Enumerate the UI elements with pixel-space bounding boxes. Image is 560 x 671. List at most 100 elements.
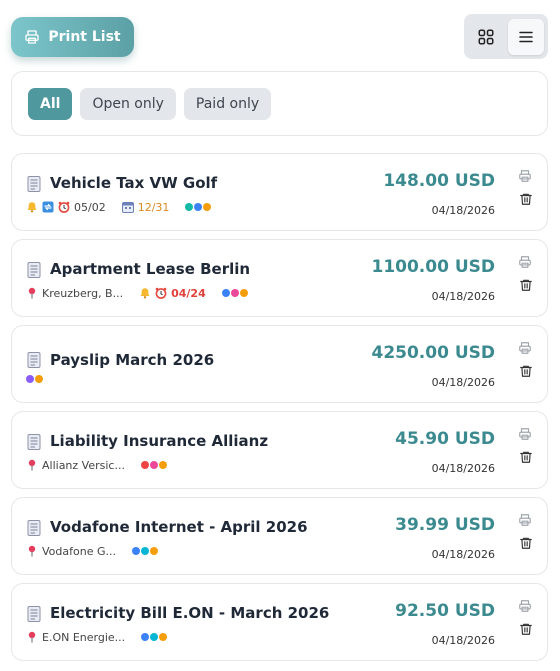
- tag-dot: [203, 203, 212, 211]
- item-amount: 39.99 USD: [395, 515, 495, 535]
- list-view-button[interactable]: [508, 18, 544, 55]
- item-location: Vodafone G...: [42, 544, 116, 558]
- printer-icon: [25, 30, 40, 44]
- tag-dot: [194, 203, 203, 211]
- list-item[interactable]: Apartment Lease Berlin Kreuzberg, B... 0…: [11, 239, 548, 317]
- filter-paid-only[interactable]: Paid only: [183, 87, 272, 120]
- item-date: 04/18/2026: [431, 548, 495, 561]
- document-icon: [27, 352, 41, 368]
- item-title: Electricity Bill E.ON - March 2026: [50, 604, 330, 622]
- printer-icon[interactable]: [518, 599, 532, 613]
- location-pin-icon: [26, 631, 38, 643]
- list-icon: [519, 31, 533, 42]
- due-date: 12/31: [137, 200, 170, 214]
- trash-icon[interactable]: [519, 192, 533, 206]
- item-date: 04/18/2026: [431, 376, 495, 389]
- item-amount: 92.50 USD: [395, 601, 495, 621]
- alarm-clock-icon: [58, 201, 70, 213]
- list-item[interactable]: Payslip March 2026 4250.00 USD 04/18/202…: [11, 325, 548, 403]
- item-meta: Vodafone G...: [26, 544, 158, 558]
- item-amount: 1100.00 USD: [371, 257, 495, 277]
- tag-dot: [131, 547, 140, 555]
- trash-icon[interactable]: [519, 364, 533, 378]
- item-title: Vodafone Internet - April 2026: [50, 518, 308, 536]
- tag-dot: [159, 633, 168, 641]
- tag-dot: [185, 203, 194, 211]
- item-amount: 45.90 USD: [395, 429, 495, 449]
- tag-dot: [230, 289, 239, 297]
- bell-icon: [26, 201, 38, 213]
- reminder-date: 05/02: [74, 200, 106, 214]
- list-item[interactable]: Electricity Bill E.ON - March 2026 E.ON …: [11, 583, 548, 661]
- item-amount: 4250.00 USD: [371, 343, 495, 363]
- tag-dot: [26, 375, 34, 383]
- tag-dot: [140, 461, 149, 469]
- tag-dot: [149, 547, 158, 555]
- top-bar: Print List: [11, 14, 548, 59]
- list-item[interactable]: Vodafone Internet - April 2026 Vodafone …: [11, 497, 548, 575]
- document-icon: [27, 176, 41, 192]
- tag-dot: [141, 633, 150, 641]
- printer-icon[interactable]: [518, 513, 532, 527]
- item-meta: Kreuzberg, B... 04/24: [26, 286, 248, 300]
- alarm-clock-icon: [155, 287, 167, 299]
- item-title: Payslip March 2026: [50, 351, 215, 369]
- item-title: Apartment Lease Berlin: [50, 260, 251, 278]
- printer-icon[interactable]: [518, 427, 532, 441]
- print-list-button[interactable]: Print List: [11, 17, 134, 57]
- document-icon: [27, 434, 41, 450]
- document-icon: [27, 262, 41, 278]
- item-date: 04/18/2026: [431, 634, 495, 647]
- tag-dot: [150, 633, 159, 641]
- tag-dot: [158, 461, 167, 469]
- tag-dots: [185, 203, 212, 211]
- item-location: Kreuzberg, B...: [42, 286, 124, 300]
- grid-view-button[interactable]: [468, 19, 504, 55]
- printer-icon[interactable]: [518, 255, 532, 269]
- view-toggle: [464, 14, 548, 59]
- item-date: 04/18/2026: [431, 462, 495, 475]
- item-meta: [26, 372, 43, 386]
- tag-dots: [141, 633, 168, 641]
- tag-dots: [26, 375, 43, 383]
- reminder-date: 04/24: [171, 286, 206, 300]
- trash-icon[interactable]: [519, 278, 533, 292]
- calendar-icon: [122, 201, 134, 213]
- trash-icon[interactable]: [519, 450, 533, 464]
- list-item[interactable]: Vehicle Tax VW Golf 05/02 12/31 148.00 U…: [11, 153, 548, 231]
- item-meta: Allianz Versic...: [26, 458, 167, 472]
- filter-open-only[interactable]: Open only: [80, 87, 176, 120]
- tag-dots: [131, 547, 158, 555]
- printer-icon[interactable]: [518, 341, 532, 355]
- tag-dot: [239, 289, 248, 297]
- tag-dots: [140, 461, 167, 469]
- bell-icon: [139, 287, 151, 299]
- tag-dots: [221, 289, 248, 297]
- tag-dot: [35, 375, 43, 383]
- filter-all[interactable]: All: [28, 87, 73, 120]
- tag-dot: [221, 289, 230, 297]
- tag-dot: [140, 547, 149, 555]
- trash-icon[interactable]: [519, 536, 533, 550]
- item-date: 04/18/2026: [431, 290, 495, 303]
- item-meta: E.ON Energie...: [26, 630, 168, 644]
- item-amount: 148.00 USD: [383, 171, 495, 191]
- trash-icon[interactable]: [519, 622, 533, 636]
- printer-icon[interactable]: [518, 169, 532, 183]
- location-pin-icon: [26, 545, 38, 557]
- list-item[interactable]: Liability Insurance Allianz Allianz Vers…: [11, 411, 548, 489]
- repeat-icon: [42, 201, 54, 213]
- print-list-label: Print List: [48, 29, 121, 45]
- item-title: Vehicle Tax VW Golf: [50, 174, 218, 192]
- item-date: 04/18/2026: [431, 204, 495, 217]
- tag-dot: [149, 461, 158, 469]
- item-location: E.ON Energie...: [42, 630, 126, 644]
- item-title: Liability Insurance Allianz: [50, 432, 269, 450]
- item-meta: 05/02 12/31: [26, 200, 212, 214]
- document-icon: [27, 520, 41, 536]
- item-location: Allianz Versic...: [42, 458, 125, 472]
- location-pin-icon: [26, 287, 38, 299]
- grid-icon: [478, 29, 494, 44]
- document-icon: [27, 606, 41, 622]
- location-pin-icon: [26, 459, 38, 471]
